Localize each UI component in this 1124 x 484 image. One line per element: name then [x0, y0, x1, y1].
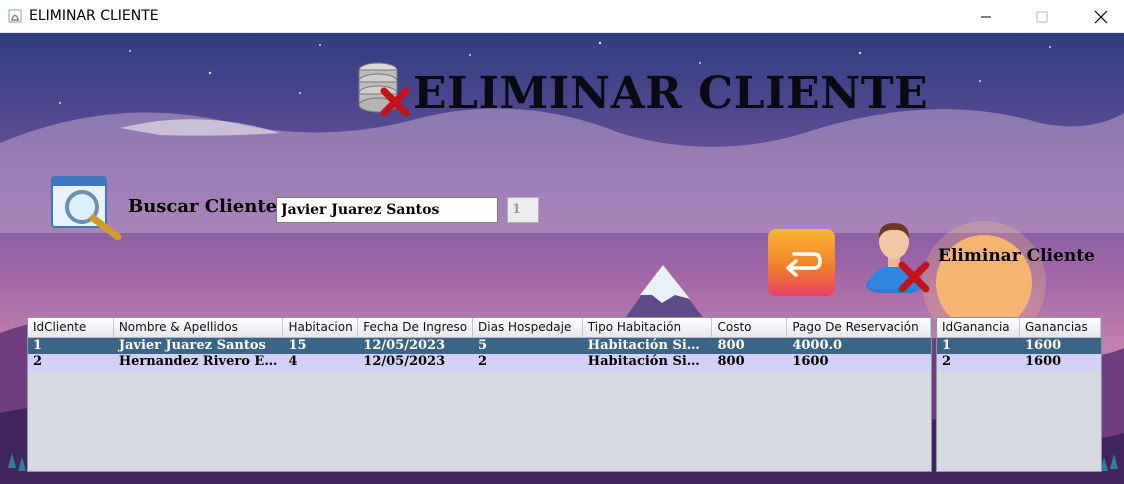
gains-table-header: IdGanancia Ganancias — [937, 318, 1101, 338]
return-arrow-icon — [785, 251, 822, 277]
table-cell: Habitación Simple — [587, 338, 713, 353]
table-cell: 4 — [288, 354, 298, 369]
table-cell: 15 — [288, 338, 307, 353]
table-cell: 1600 — [792, 354, 829, 369]
column-header[interactable]: Habitacion — [283, 318, 359, 337]
column-header[interactable]: Dias Hospedaje — [473, 318, 583, 337]
table-row[interactable]: 2 Hernandez Rivero Emm... 4 12/05/2023 2… — [28, 354, 931, 370]
title-bar: ELIMINAR CLIENTE — [0, 0, 1124, 33]
user-delete-icon[interactable] — [864, 219, 934, 293]
table-cell: Habitación Simple — [587, 354, 713, 369]
table-cell: 800 — [717, 338, 745, 353]
minimize-button[interactable] — [963, 0, 1009, 33]
table-cell: 4000.0 — [792, 338, 843, 353]
column-header[interactable]: Nombre & Apellidos — [114, 318, 284, 337]
column-header[interactable]: Pago De Reservación — [787, 318, 931, 337]
client-id-field: 1 — [507, 197, 539, 223]
column-header[interactable]: Ganancias — [1020, 318, 1101, 337]
database-delete-icon — [358, 62, 410, 117]
table-row[interactable]: 2 1600 — [937, 354, 1101, 370]
column-header[interactable]: Tipo Habitación — [583, 318, 713, 337]
maximize-button[interactable] — [1019, 0, 1065, 33]
close-button[interactable] — [1078, 0, 1124, 33]
search-label: Buscar Cliente — [128, 196, 278, 217]
magnifier-window-icon[interactable] — [50, 175, 126, 243]
table-row[interactable]: 1 1600 — [937, 338, 1101, 354]
table-cell: 1 — [942, 338, 952, 353]
gains-table[interactable]: IdGanancia Ganancias 1 1600 2 1600 — [936, 317, 1102, 472]
column-header[interactable]: Costo — [712, 318, 788, 337]
main-panel: ELIMINAR CLIENTE Buscar Cliente 1 Elimin… — [0, 33, 1124, 484]
table-cell: 1600 — [1025, 338, 1062, 353]
table-cell: 1 — [33, 338, 43, 353]
table-cell: 2 — [942, 354, 952, 369]
table-cell: 5 — [478, 338, 488, 353]
java-app-icon — [7, 8, 23, 24]
table-cell: 1600 — [1025, 354, 1062, 369]
table-cell: 12/05/2023 — [363, 338, 446, 353]
delete-client-label[interactable]: Eliminar Cliente — [938, 246, 1095, 266]
search-input[interactable] — [276, 197, 498, 223]
back-button[interactable] — [768, 229, 835, 296]
column-header[interactable]: IdCliente — [28, 318, 114, 337]
table-cell: Javier Juarez Santos — [118, 338, 266, 353]
column-header[interactable]: IdGanancia — [937, 318, 1020, 337]
clients-table[interactable]: IdCliente Nombre & Apellidos Habitacion … — [27, 317, 932, 472]
maximize-icon — [1036, 11, 1048, 22]
table-cell: 2 — [478, 354, 488, 369]
table-cell: 12/05/2023 — [363, 354, 446, 369]
column-header[interactable]: Fecha De Ingreso — [358, 318, 474, 337]
table-cell: Hernandez Rivero Emm... — [118, 354, 284, 369]
table-cell: 2 — [33, 354, 43, 369]
minimize-icon — [981, 16, 991, 17]
close-icon — [1094, 10, 1108, 23]
table-cell: 800 — [717, 354, 745, 369]
window-title: ELIMINAR CLIENTE — [29, 8, 159, 24]
page-title: ELIMINAR CLIENTE — [413, 68, 929, 119]
table-row[interactable]: 1 Javier Juarez Santos 15 12/05/2023 5 H… — [28, 338, 931, 354]
clients-table-header: IdCliente Nombre & Apellidos Habitacion … — [28, 318, 931, 338]
